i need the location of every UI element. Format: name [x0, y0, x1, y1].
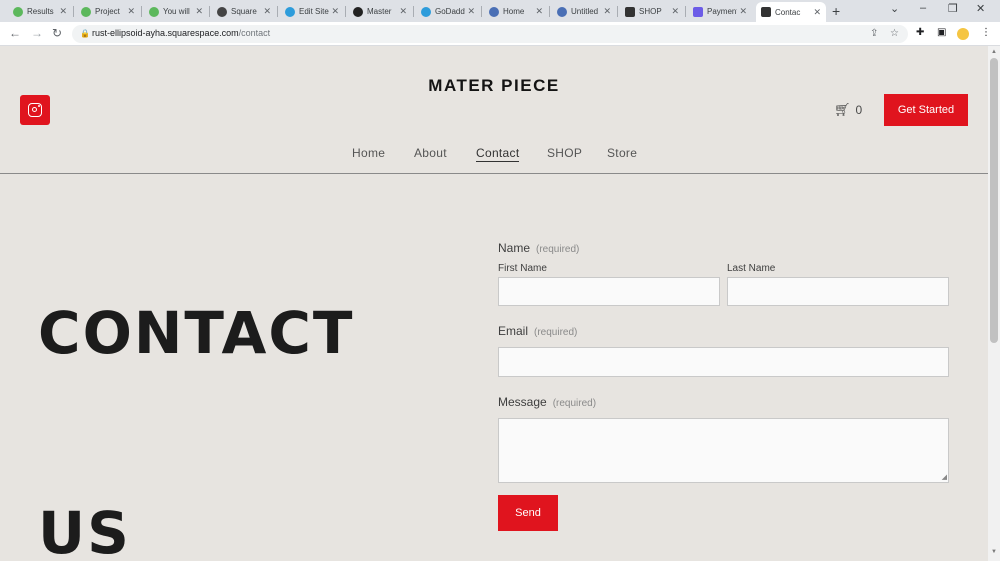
- tab-close-icon[interactable]: ✕: [263, 6, 271, 17]
- profile-avatar[interactable]: [957, 28, 969, 40]
- tab-close-icon[interactable]: ✕: [399, 6, 407, 17]
- tab-close-icon[interactable]: ✕: [813, 7, 821, 18]
- tab-close-icon[interactable]: ✕: [127, 6, 135, 17]
- scrollbar-thumb[interactable]: [990, 58, 998, 343]
- more-menu-icon[interactable]: ⋮: [981, 27, 991, 38]
- browser-tab[interactable]: Home ✕: [484, 2, 548, 21]
- tab-close-icon[interactable]: ✕: [59, 6, 67, 17]
- browser-tab[interactable]: Results ✕: [8, 2, 72, 21]
- hero-heading-contact: CONTACT: [38, 299, 355, 367]
- shopping-cart-icon: 🛒︎: [834, 102, 851, 117]
- back-arrow-icon[interactable]: ←: [9, 26, 21, 40]
- browser-tab[interactable]: Master ✕: [348, 2, 412, 21]
- tab-close-icon[interactable]: ✕: [671, 6, 679, 17]
- email-field[interactable]: [498, 347, 949, 377]
- website-page: MATER PIECE 🛒︎ 0 Get Started Home About …: [0, 46, 988, 561]
- tab-favicon-icon: [693, 6, 703, 17]
- tab-favicon-icon: [81, 6, 91, 17]
- browser-tab-strip: Results ✕ Project ✕ You will ✕ Square ✕ Edit…: [0, 0, 1000, 22]
- tab-favicon-icon: [353, 6, 363, 17]
- browser-tab[interactable]: SHOP ✕: [620, 2, 684, 21]
- required-marker: (required): [534, 327, 578, 338]
- tab-favicon-icon: [761, 7, 771, 17]
- tab-close-icon[interactable]: ✕: [535, 6, 543, 17]
- tab-close-icon[interactable]: ✕: [467, 6, 475, 17]
- nav-about[interactable]: About: [414, 146, 447, 160]
- close-window-icon[interactable]: ✕: [976, 2, 985, 15]
- tab-favicon-icon: [217, 6, 227, 17]
- tab-favicon-icon: [149, 6, 159, 17]
- cart-link[interactable]: 🛒︎ 0: [834, 102, 862, 118]
- browser-tab[interactable]: Project ✕: [76, 2, 140, 21]
- page-scrollbar[interactable]: ▲ ▼: [988, 46, 1000, 561]
- minimize-icon[interactable]: –: [920, 2, 926, 14]
- resize-handle-icon[interactable]: ◢: [942, 473, 947, 481]
- site-title[interactable]: MATER PIECE: [400, 76, 588, 96]
- required-marker: (required): [536, 244, 580, 255]
- tab-favicon-icon: [625, 6, 635, 17]
- first-name-label: First Name: [498, 263, 547, 274]
- email-label: Email (required): [498, 324, 578, 338]
- first-name-field[interactable]: [498, 277, 720, 306]
- browser-tab[interactable]: You will ✕: [144, 2, 208, 21]
- tab-close-icon[interactable]: ✕: [603, 6, 611, 17]
- scroll-down-icon[interactable]: ▼: [991, 549, 997, 555]
- scroll-up-icon[interactable]: ▲: [991, 49, 997, 55]
- header-divider: [0, 173, 988, 174]
- message-label: Message (required): [498, 395, 597, 409]
- instagram-icon[interactable]: [20, 95, 50, 125]
- lock-icon[interactable]: 🔒: [80, 29, 90, 38]
- send-button[interactable]: Send: [498, 495, 558, 531]
- browser-toolbar: ← → ↻ 🔒 rust-ellipsoid-ayha.squarespace.…: [0, 22, 1000, 46]
- tab-close-icon[interactable]: ✕: [739, 6, 747, 17]
- browser-tab[interactable]: Untitled ✕: [552, 2, 616, 21]
- extensions-puzzle-icon[interactable]: ✚: [916, 27, 924, 38]
- nav-contact[interactable]: Contact: [476, 146, 520, 162]
- hero-heading-us: US: [38, 499, 131, 561]
- tab-close-icon[interactable]: ✕: [331, 6, 339, 17]
- required-marker: (required): [552, 398, 597, 409]
- get-started-button[interactable]: Get Started: [884, 94, 968, 126]
- last-name-field[interactable]: [727, 277, 949, 306]
- browser-tab[interactable]: Square ✕: [212, 2, 276, 21]
- nav-shop[interactable]: SHOP: [547, 146, 582, 160]
- tab-favicon-icon: [489, 6, 499, 17]
- tab-close-icon[interactable]: ✕: [195, 6, 203, 17]
- browser-tab-active[interactable]: Contac ✕: [756, 2, 826, 22]
- tab-search-icon[interactable]: ⌄: [890, 2, 899, 15]
- cart-count: 0: [855, 103, 863, 117]
- restore-icon[interactable]: ❐: [948, 2, 958, 15]
- side-panel-icon[interactable]: ▣: [937, 27, 946, 38]
- last-name-label: Last Name: [727, 263, 776, 274]
- tab-favicon-icon: [557, 6, 567, 17]
- address-bar[interactable]: 🔒 rust-ellipsoid-ayha.squarespace.com/co…: [72, 25, 908, 43]
- bookmark-star-icon[interactable]: ☆: [890, 28, 899, 39]
- browser-tab[interactable]: GoDaddy ✕: [416, 2, 480, 21]
- url-text[interactable]: rust-ellipsoid-ayha.squarespace.com/cont…: [92, 28, 270, 38]
- message-textarea[interactable]: ◢: [498, 418, 949, 483]
- browser-tab[interactable]: Edit Site ✕: [280, 2, 344, 21]
- name-label: Name (required): [498, 241, 580, 255]
- nav-home[interactable]: Home: [352, 146, 385, 160]
- tab-favicon-icon: [421, 6, 431, 17]
- forward-arrow-icon[interactable]: →: [31, 26, 43, 40]
- reload-icon[interactable]: ↻: [52, 26, 62, 40]
- new-tab-button[interactable]: +: [832, 3, 840, 19]
- tab-favicon-icon: [13, 6, 23, 17]
- nav-store[interactable]: Store: [607, 146, 637, 160]
- share-icon[interactable]: ⇪: [870, 28, 878, 39]
- browser-tab[interactable]: Payment ✕: [688, 2, 752, 21]
- tab-favicon-icon: [285, 6, 295, 17]
